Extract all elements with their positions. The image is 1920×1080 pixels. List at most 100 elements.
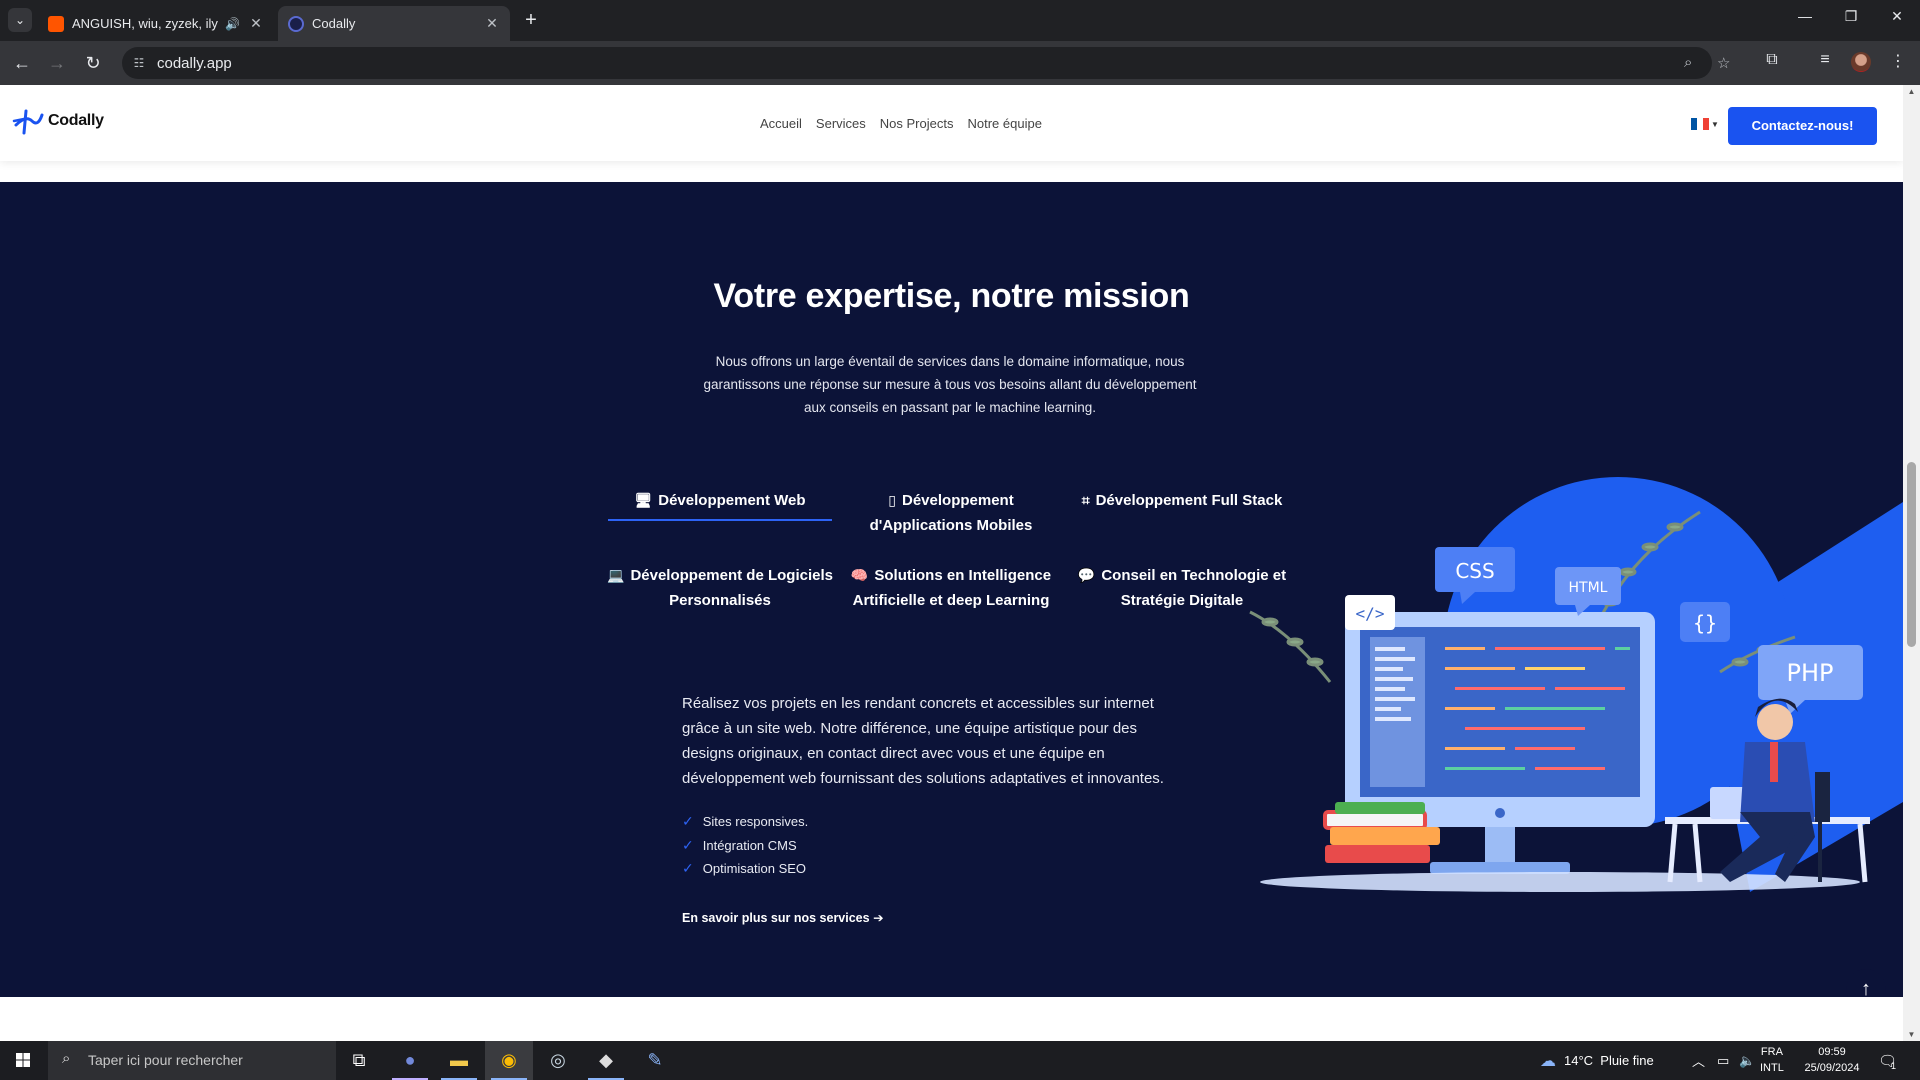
section-intro: Nous offrons un large éventail de servic…	[703, 354, 1197, 415]
nav-link-projects[interactable]: Nos Projects	[880, 116, 954, 131]
tab-mobile-development[interactable]: ▯ Développement d'Applications Mobiles	[846, 488, 1056, 538]
notification-center-icon[interactable]: 🗨 1	[1878, 1041, 1897, 1080]
code-tag-bubble: </>	[1345, 595, 1395, 630]
tab-search-button[interactable]: ⌄	[8, 8, 32, 32]
address-bar[interactable]: ☷ codally.app ⌕ ☆	[122, 47, 1730, 79]
task-view-icon[interactable]: ⧉	[335, 1041, 383, 1080]
scroll-down-icon[interactable]: ▼	[1903, 1030, 1920, 1039]
svg-text:PHP: PHP	[1787, 659, 1834, 687]
clock-date: 25/09/2024	[1804, 1062, 1860, 1074]
minimize-icon[interactable]: —	[1782, 8, 1828, 24]
svg-text:HTML: HTML	[1569, 580, 1608, 596]
windows-start-button[interactable]	[0, 1041, 46, 1080]
page-scrollbar[interactable]: ▲ ▼	[1903, 85, 1920, 1041]
arrow-up-icon: ↑	[1861, 978, 1871, 997]
check-icon: ✓	[682, 860, 694, 876]
scrollbar-thumb[interactable]	[1907, 462, 1916, 647]
profile-avatar[interactable]	[1851, 52, 1871, 72]
services-section: Votre expertise, notre mission Nous offr…	[0, 182, 1903, 997]
browser-tab-strip: ⌄ ANGUISH, wiu, zyzek, ily – I 🔊 ✕ Codal…	[0, 0, 1920, 41]
tab-label: Solutions en Intelligence Artificielle e…	[852, 567, 1052, 609]
tab-web-development[interactable]: 🖥 Développement Web	[608, 488, 832, 521]
main-nav: Accueil Services Nos Projects Notre équi…	[760, 116, 1042, 131]
weather-text: 14°C Pluie fine	[1564, 1053, 1654, 1068]
restore-icon[interactable]: ❐	[1828, 8, 1874, 25]
app-icon[interactable]: ◆	[582, 1041, 630, 1080]
scroll-to-top-button[interactable]: ↑	[1846, 969, 1886, 997]
menu-icon[interactable]: ⋮	[1886, 51, 1910, 71]
caret-down-icon: ▼	[1711, 119, 1719, 129]
taskbar-clock[interactable]: 09:59 25/09/2024	[1796, 1044, 1868, 1076]
tab-ai-solutions[interactable]: 🧠 Solutions en Intelligence Artificielle …	[846, 563, 1056, 613]
search-icon: ⌕	[62, 1050, 71, 1067]
chevron-up-icon[interactable]: ︿	[1692, 1051, 1705, 1070]
paint-icon[interactable]: ✎	[631, 1041, 679, 1080]
chrome-icon[interactable]: ◉	[485, 1041, 533, 1080]
network-icon[interactable]: ▭	[1717, 1053, 1729, 1069]
browser-toolbar: ← → ↻ ☷ codally.app ⌕ ☆ ⧉ ≡ ⋮	[0, 41, 1920, 85]
clock-time: 09:59	[1818, 1046, 1846, 1058]
tab-label: Développement Web	[658, 492, 806, 509]
bookmark-star-icon[interactable]: ☆	[1717, 54, 1730, 72]
site-info-icon[interactable]: ☷	[130, 54, 148, 72]
close-tab-icon[interactable]: ✕	[248, 15, 264, 32]
services-more-link[interactable]: En savoir plus sur nos services ➔	[682, 910, 884, 925]
zoom-icon[interactable]: ⌕	[1684, 54, 1692, 71]
extensions-icon[interactable]: ⧉	[1760, 51, 1784, 69]
new-tab-button[interactable]: +	[520, 9, 542, 31]
list-item: ✓ Optimisation SEO	[682, 857, 808, 881]
codally-logo[interactable]: Codally	[12, 105, 104, 137]
brain-icon: 🧠	[850, 567, 869, 583]
volume-icon[interactable]: 🔈	[1739, 1053, 1755, 1069]
windows-taskbar: ⌕ Taper ici pour rechercher ⧉ ● ▬ ◉ ◎ ◆ …	[0, 1041, 1920, 1080]
keyboard-layout: INTL	[1760, 1062, 1784, 1074]
scroll-up-icon[interactable]: ▲	[1903, 87, 1920, 96]
tab-title: Codally	[312, 16, 356, 31]
lang-code: FRA	[1760, 1046, 1783, 1058]
nav-link-services[interactable]: Services	[816, 116, 866, 131]
speaker-icon[interactable]: 🔊	[225, 17, 240, 31]
language-selector[interactable]: ▼	[1691, 118, 1719, 130]
contact-button[interactable]: Contactez-nous!	[1728, 107, 1877, 145]
more-link-label: En savoir plus sur nos services	[682, 911, 870, 925]
discord-icon[interactable]: ●	[386, 1041, 434, 1080]
comments-icon: 💬	[1077, 567, 1096, 583]
codally-logo-icon	[12, 109, 44, 135]
browser-tab-soundcloud[interactable]: ANGUISH, wiu, zyzek, ily – I 🔊 ✕	[38, 6, 274, 41]
url-text[interactable]: codally.app	[157, 55, 232, 72]
nav-link-accueil[interactable]: Accueil	[760, 116, 802, 131]
check-icon: ✓	[682, 813, 694, 829]
braces-bubble: {}	[1680, 602, 1730, 642]
soundcloud-favicon-icon	[48, 15, 64, 32]
svg-text:{}: {}	[1693, 611, 1717, 635]
close-tab-icon[interactable]: ✕	[484, 15, 500, 32]
feature-label: Sites responsives.	[702, 814, 809, 829]
laptop-icon: 💻	[607, 567, 625, 583]
feature-list: ✓ Sites responsives. ✓ Intégration CMS ✓ Op…	[682, 810, 808, 881]
steam-icon[interactable]: ◎	[534, 1041, 582, 1080]
tab-custom-software[interactable]: 💻 Développement de Logiciels Personnalisé…	[604, 563, 836, 613]
section-title: Votre expertise, notre mission	[713, 277, 1190, 315]
service-description: Réalisez vos projets en les rendant conc…	[682, 695, 1164, 787]
back-icon[interactable]: ←	[10, 51, 34, 75]
windows-logo-icon	[16, 1053, 30, 1067]
svg-text:CSS: CSS	[1455, 559, 1494, 583]
mobile-icon: ▯	[888, 492, 896, 508]
feature-label: Optimisation SEO	[702, 861, 807, 876]
weather-widget[interactable]: ☁ 14°C Pluie fine	[1540, 1041, 1654, 1080]
nav-link-equipe[interactable]: Notre équipe	[967, 116, 1041, 131]
french-flag-icon	[1691, 118, 1709, 130]
reload-icon[interactable]: ↻	[81, 51, 105, 75]
page-viewport: Codally Accueil Services Nos Projects No…	[0, 85, 1920, 1041]
crop-icon: ⌗	[1081, 492, 1090, 508]
tab-label: Développement de Logiciels Personnalisés	[630, 567, 833, 609]
taskbar-search-box[interactable]: ⌕ Taper ici pour rechercher	[48, 1041, 336, 1080]
forward-icon[interactable]: →	[45, 51, 69, 75]
browser-tab-codally[interactable]: Codally ✕	[278, 6, 510, 41]
file-explorer-icon[interactable]: ▬	[435, 1041, 483, 1080]
close-window-icon[interactable]: ✕	[1874, 8, 1920, 25]
monitor-icon: 🖥	[634, 492, 653, 508]
web-development-illustration: CSS HTML </> {} PHP	[1249, 477, 1903, 892]
input-language-indicator[interactable]: FRA INTL	[1760, 1044, 1784, 1076]
media-controls-icon[interactable]: ≡	[1813, 51, 1837, 69]
